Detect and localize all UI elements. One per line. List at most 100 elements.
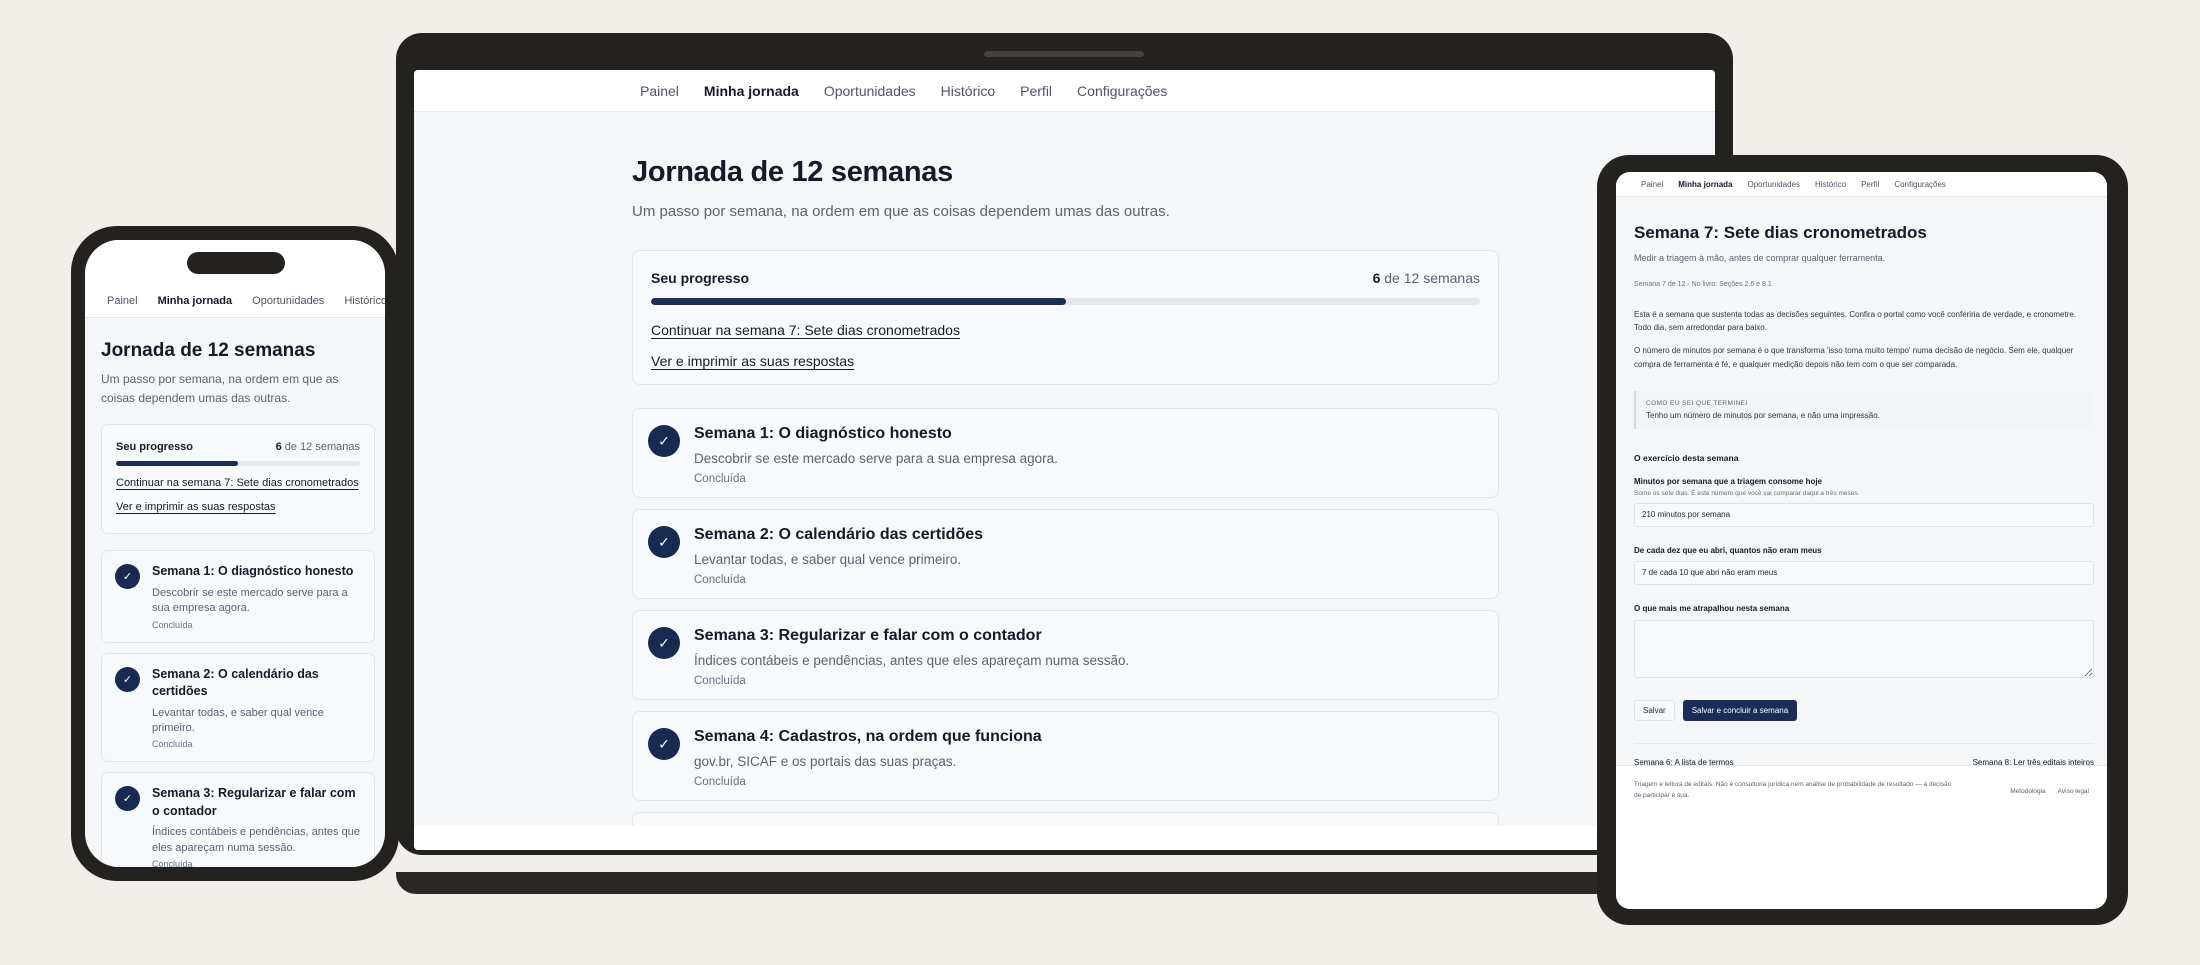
week-detail-meta: Semana 7 de 12 · No livro: Seções 2.6 e … <box>1634 281 1772 288</box>
obstacle-field-label: O que mais me atrapalhou nesta semana <box>1634 603 1790 613</box>
top-nav: Painel Minha jornada Oportunidades Histó… <box>414 70 1715 112</box>
footer-link-aviso-legal[interactable]: Aviso legal <box>2058 788 2089 896</box>
week-item[interactable]: ✓ Semana 3: Regularizar e falar com o co… <box>632 610 1499 700</box>
page-subtitle: Um passo por semana, na ordem em que as … <box>632 203 1170 220</box>
week-detail-paragraph: Esta é a semana que sustenta todas as de… <box>1634 310 2077 333</box>
nav-configuracoes[interactable]: Configurações <box>1077 83 1167 99</box>
save-complete-button[interactable]: Salvar e concluir a semana <box>1682 699 1798 721</box>
page-title: Jornada de 12 semanas <box>632 156 953 188</box>
week-status: Concluída <box>152 739 193 750</box>
week-item[interactable]: ✓ Semana 2: O calendário das certidões L… <box>632 509 1499 599</box>
week-detail-subtitle: Medir a triagem à mão, antes de comprar … <box>1634 253 1886 263</box>
nav-minha-jornada[interactable]: Minha jornada <box>158 295 233 307</box>
nav-configuracoes[interactable]: Configurações <box>1894 180 1946 189</box>
progress-count: 6 de 12 semanas <box>275 441 360 454</box>
week-status: Concluída <box>152 619 193 630</box>
progress-bar <box>116 461 360 467</box>
check-icon: ✓ <box>115 564 140 590</box>
week-description: Índices contábeis e pendências, antes qu… <box>694 653 1130 668</box>
exercise-title: O exercício desta semana <box>1634 452 1739 463</box>
week-title: Semana 3: Regularizar e falar com o cont… <box>694 627 1042 644</box>
week-item[interactable]: ✓ Semana 1: O diagnóstico honesto Descob… <box>632 408 1499 498</box>
journey-content: Jornada de 12 semanas Um passo por seman… <box>101 318 375 867</box>
journey-content: Jornada de 12 semanas Um passo por seman… <box>632 112 1499 850</box>
progress-count: 6 de 12 semanas <box>1372 270 1480 286</box>
week-detail: Semana 7: Sete dias cronometrados Medir … <box>1634 197 2094 767</box>
week-item[interactable]: ✓ Semana 1: O diagnóstico honesto Descob… <box>101 550 375 643</box>
week-detail-paragraph: O número de minutos por semana é o que t… <box>1634 346 2074 369</box>
laptop-screen: Painel Minha jornada Oportunidades Histó… <box>414 70 1715 850</box>
minutes-field-hint: Some os sete dias. É este número que voc… <box>1634 489 1860 497</box>
week-description: Índices contábeis e pendências, antes qu… <box>152 826 360 854</box>
week-item[interactable]: ✓ Semana 3: Regularizar e falar com o co… <box>101 772 375 867</box>
page-title: Jornada de 12 semanas <box>101 340 316 361</box>
footer-link-metodologia[interactable]: Metodologia <box>2010 788 2045 896</box>
callout-text: Tenho um número de minutos por semana, e… <box>1646 410 1880 420</box>
continue-week-link[interactable]: Continuar na semana 7: Sete dias cronome… <box>651 322 1480 338</box>
top-nav: Painel Minha jornada Oportunidades Histó… <box>1616 172 2107 197</box>
week-title: Semana 2: O calendário das certidões <box>152 666 319 699</box>
ratio-field-label: De cada dez que eu abri, quantos não era… <box>1634 545 1822 555</box>
nav-perfil[interactable]: Perfil <box>1861 180 1879 189</box>
nav-minha-jornada[interactable]: Minha jornada <box>1678 180 1732 189</box>
week-status: Concluída <box>694 473 746 485</box>
nav-painel[interactable]: Painel <box>1641 180 1663 189</box>
footer-note: Triagem e leitura de editais. Não é cons… <box>1634 781 1952 800</box>
progress-label: Seu progresso <box>651 270 750 286</box>
tablet-frame: Painel Minha jornada Oportunidades Histó… <box>1597 155 2128 925</box>
week-description: gov.br, SICAF e os portais das suas praç… <box>694 754 957 769</box>
progress-bar-fill <box>651 298 1066 305</box>
check-icon: ✓ <box>648 526 680 558</box>
nav-perfil[interactable]: Perfil <box>1020 83 1052 99</box>
laptop-base <box>396 872 1733 894</box>
page-footer: Triagem e leitura de editais. Não é cons… <box>1616 765 2107 909</box>
week-title: Semana 4: Cadastros, na ordem que funcio… <box>694 728 1042 745</box>
week-status: Concluída <box>694 675 746 687</box>
week-detail-title: Semana 7: Sete dias cronometrados <box>1634 223 1927 242</box>
progress-card: Seu progresso 6 de 12 semanas Continuar … <box>632 250 1499 385</box>
print-answers-link[interactable]: Ver e imprimir as suas respostas <box>116 501 360 513</box>
week-title: Semana 3: Regularizar e falar com o cont… <box>152 786 356 818</box>
laptop-frame: Painel Minha jornada Oportunidades Histó… <box>396 33 1733 855</box>
week-description: Levantar todas, e saber qual vence prime… <box>694 552 962 567</box>
minutes-input[interactable] <box>1634 502 2094 527</box>
week-description: Levantar todas, e saber qual vence prime… <box>152 706 324 735</box>
week-title: Semana 1: O diagnóstico honesto <box>694 425 952 442</box>
page-subtitle: Um passo por semana, na ordem em que as … <box>101 372 339 406</box>
print-answers-link[interactable]: Ver e imprimir as suas respostas <box>651 353 1480 369</box>
progress-bar-fill <box>116 461 238 467</box>
week-list: ✓ Semana 1: O diagnóstico honesto Descob… <box>101 550 375 867</box>
laptop-camera <box>984 51 1144 57</box>
week-status: Concluída <box>694 776 746 788</box>
screen-bottom-strip <box>414 826 1715 850</box>
week-title: Semana 1: O diagnóstico honesto <box>152 564 354 579</box>
minutes-field-label: Minutos por semana que a triagem consome… <box>1634 476 1823 486</box>
save-button[interactable]: Salvar <box>1634 699 1675 721</box>
nav-oportunidades[interactable]: Oportunidades <box>824 83 916 99</box>
nav-minha-jornada[interactable]: Minha jornada <box>704 83 799 99</box>
phone-frame: Painel Minha jornada Oportunidades Histó… <box>71 226 399 881</box>
nav-historico[interactable]: Histórico <box>344 295 385 307</box>
week-item[interactable]: ✓ Semana 2: O calendário das certidões L… <box>101 652 375 763</box>
nav-oportunidades[interactable]: Oportunidades <box>252 295 324 307</box>
week-title: Semana 2: O calendário das certidões <box>694 526 984 543</box>
check-icon: ✓ <box>648 425 680 457</box>
ratio-input[interactable] <box>1634 560 2094 585</box>
obstacle-textarea[interactable] <box>1634 619 2094 678</box>
nav-historico[interactable]: Histórico <box>941 83 995 99</box>
phone-notch <box>187 252 285 274</box>
progress-bar <box>651 298 1480 305</box>
week-item[interactable]: ✓ Semana 4: Cadastros, na ordem que func… <box>632 711 1499 801</box>
week-description: Descobrir se este mercado serve para a s… <box>152 586 348 615</box>
continue-week-link[interactable]: Continuar na semana 7: Sete dias cronome… <box>116 477 360 489</box>
nav-painel[interactable]: Painel <box>640 83 679 99</box>
check-icon: ✓ <box>648 627 680 659</box>
nav-oportunidades[interactable]: Oportunidades <box>1747 180 1799 189</box>
week-pager: Semana 6: A lista de termos Semana 8: Le… <box>1634 742 2094 767</box>
week-status: Concluída <box>694 574 746 586</box>
nav-painel[interactable]: Painel <box>107 295 138 307</box>
progress-card: Seu progresso 6 de 12 semanas Continuar … <box>101 424 375 535</box>
callout-label: COMO EU SEI QUE TERMINEI <box>1646 399 1748 407</box>
check-icon: ✓ <box>115 666 140 692</box>
nav-historico[interactable]: Histórico <box>1815 180 1846 189</box>
